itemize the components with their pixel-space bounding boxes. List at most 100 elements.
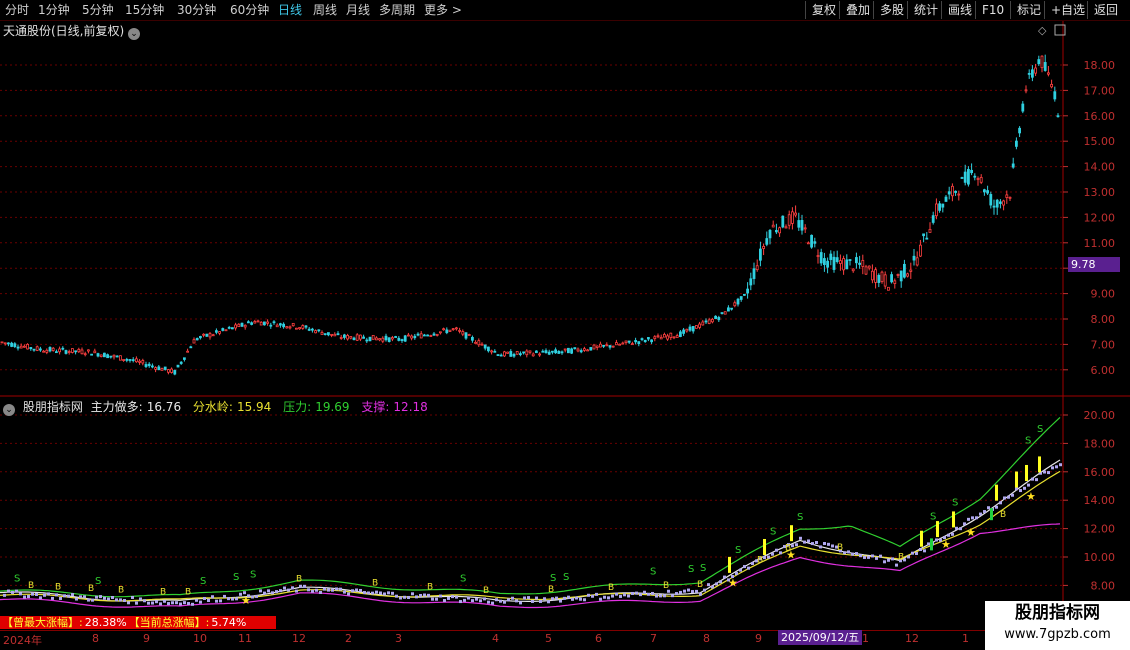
candle-body — [336, 333, 340, 336]
candle-body — [807, 242, 810, 245]
candle-body — [182, 357, 186, 360]
candle-body — [58, 348, 61, 353]
candle-body — [698, 323, 701, 328]
indicator-price-dot — [615, 592, 618, 596]
indicator-price-dot — [763, 556, 766, 560]
indicator-price-dot — [391, 591, 394, 595]
buy-marker: B — [160, 587, 166, 597]
price-tick-label: 16.00 — [1084, 110, 1116, 123]
indicator-price-dot — [171, 601, 174, 605]
candle-body — [128, 359, 132, 361]
candle-body — [915, 257, 919, 266]
indicator-price-dot — [143, 599, 146, 603]
indicator-price-dot — [539, 599, 542, 603]
candle-body — [13, 343, 17, 347]
indicator-price-dot — [483, 597, 486, 601]
star-marker: ★ — [728, 577, 738, 590]
price-tick-label: 15.00 — [1084, 135, 1116, 148]
candle-body — [512, 354, 516, 357]
indicator-price-dot — [687, 588, 690, 592]
indicator-price-dot — [67, 594, 70, 598]
candle-body — [1040, 55, 1044, 69]
candle-body — [1053, 91, 1057, 100]
price-tick-label: 17.00 — [1084, 84, 1116, 97]
candle-body — [422, 334, 426, 337]
candle-body — [989, 194, 993, 206]
star-marker: ★ — [941, 538, 951, 551]
candle-body — [413, 335, 417, 339]
indicator-price-dot — [87, 598, 90, 602]
candle-body — [259, 321, 263, 326]
candle-body — [131, 359, 135, 362]
kline-chart[interactable]: 18.0017.0016.0015.0014.0013.0012.0011.00… — [0, 0, 1130, 650]
buy-marker: B — [1000, 510, 1006, 520]
candle-body — [701, 321, 705, 326]
candle-body — [903, 263, 906, 278]
candle-body — [912, 255, 916, 261]
indicator-price-dot — [847, 550, 850, 554]
candle-body — [832, 256, 836, 270]
indicator-line-主力做多 — [0, 459, 1061, 603]
indicator-tick-label: 18.00 — [1084, 437, 1116, 450]
candle-body — [829, 253, 833, 260]
indicator-price-dot — [639, 593, 642, 597]
price-tick-label: 9.00 — [1091, 288, 1116, 301]
candle-body — [381, 337, 385, 342]
candle-body — [551, 350, 554, 353]
buy-marker: B — [185, 588, 191, 598]
indicator-price-dot — [323, 587, 326, 591]
cursor-date: 2025/09/12/五 — [778, 630, 863, 645]
candle-body — [797, 220, 801, 228]
indicator-price-dot — [303, 584, 306, 588]
candle-body — [35, 346, 39, 351]
price-tick-label: 12.00 — [1084, 211, 1116, 224]
candle-body — [791, 211, 794, 224]
indicator-price-dot — [895, 563, 898, 567]
candle-body — [10, 342, 14, 347]
signal-bar — [936, 521, 939, 538]
buy-marker: B — [296, 575, 302, 585]
indicator-price-dot — [767, 555, 770, 559]
indicator-price-dot — [915, 551, 918, 555]
indicator-price-dot — [279, 589, 282, 593]
indicator-price-dot — [715, 582, 718, 586]
signal-bar — [1015, 471, 1018, 488]
candle-body — [208, 333, 212, 338]
candle-body — [147, 363, 151, 367]
indicator-price-dot — [1047, 471, 1050, 475]
candle-body — [970, 169, 973, 174]
candle-body — [480, 343, 484, 346]
candle-body — [240, 322, 244, 327]
indicator-price-dot — [175, 601, 178, 605]
indicator-price-dot — [95, 595, 98, 599]
indicator-price-dot — [379, 591, 382, 595]
date-label: 5 — [545, 632, 552, 645]
signal-bar — [930, 538, 933, 551]
candle-body — [384, 335, 388, 341]
candle-body — [931, 215, 935, 223]
indicator-price-dot — [619, 594, 622, 598]
indicator-price-dot — [75, 597, 78, 601]
indicator-price-dot — [383, 592, 386, 596]
candle-body — [717, 317, 721, 321]
candle-body — [442, 328, 446, 331]
candle-body — [390, 337, 394, 340]
signal-bar — [995, 484, 998, 501]
indicator-price-dot — [451, 595, 454, 599]
candle-body — [752, 268, 756, 279]
indicator-price-dot — [647, 592, 650, 596]
indicator-price-dot — [867, 555, 870, 559]
candle-body — [160, 368, 164, 371]
candle-body — [237, 323, 241, 328]
indicator-price-dot — [611, 594, 614, 598]
chevron-down-icon[interactable]: ⌄ — [3, 404, 15, 416]
candle-body — [176, 364, 180, 368]
indicator-price-dot — [271, 591, 274, 595]
indicator-price-dot — [355, 588, 358, 592]
candle-body — [656, 335, 660, 338]
indicator-price-dot — [795, 543, 798, 547]
candle-body — [919, 244, 922, 257]
candle-body — [547, 351, 551, 355]
indicator-price-dot — [999, 501, 1002, 505]
indicator-price-dot — [819, 545, 822, 549]
